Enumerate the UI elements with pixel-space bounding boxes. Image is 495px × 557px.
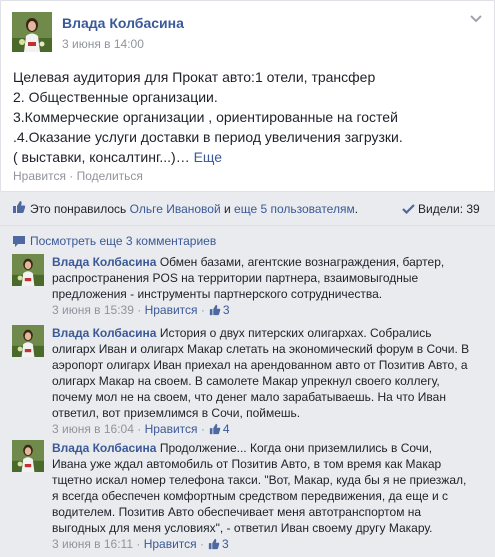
- post-text-line: 2. Общественные организации.: [13, 89, 218, 105]
- thumbs-up-icon: [209, 423, 221, 435]
- comment-text-line: олигарх Макар на своем. В самолете Макар…: [52, 374, 440, 388]
- seen-label: Видели: 39: [418, 202, 480, 216]
- comment-avatar[interactable]: [12, 440, 44, 472]
- liker-link[interactable]: Ольге Ивановой: [130, 202, 221, 216]
- like-link[interactable]: Нравится: [13, 169, 66, 183]
- avatar-photo-icon: [12, 12, 52, 52]
- avatar-photo-icon: [12, 254, 44, 286]
- comment-like-count[interactable]: 4: [223, 422, 230, 436]
- likes-bar: Это понравилось Ольге Ивановой и еще 5 п…: [0, 196, 495, 222]
- comment-author[interactable]: Влада Колбасина: [52, 326, 156, 340]
- comment-text-line: История о двух питерских олигархах. Собр…: [159, 326, 432, 340]
- comment-text-line: почему мол не на своем, что денег мало з…: [52, 390, 446, 404]
- thumbs-up-icon: [13, 201, 26, 213]
- comment-like-count[interactable]: 3: [223, 303, 230, 317]
- avatar-photo-icon: [12, 325, 44, 357]
- check-icon: [402, 204, 415, 214]
- comment-text-line: Ивана уже ждал автомобиль от Позитив Авт…: [52, 457, 442, 471]
- post-text-line: .4.Оказание услуги доставки в период уве…: [13, 129, 403, 145]
- likes-and: и: [220, 202, 235, 216]
- comment-meta: 3 июня в 16:04 · Нравится · 4: [52, 422, 230, 436]
- comment-timestamp[interactable]: 3 июня в 15:39: [52, 303, 134, 317]
- comment-text-line: олигарх Иван и олигарх Макар слетать на …: [52, 342, 470, 356]
- thumbs-up-icon: [208, 538, 220, 550]
- comment-avatar[interactable]: [12, 254, 44, 286]
- comment-like-link[interactable]: Нравится: [145, 422, 198, 436]
- view-more-label: Посмотреть еще 3 комментариев: [30, 234, 217, 248]
- other-likers-link[interactable]: еще 5 пользователям: [234, 202, 355, 216]
- comment-bubble-icon: [13, 236, 25, 247]
- comment-like-link[interactable]: Нравится: [144, 537, 197, 551]
- comment-timestamp[interactable]: 3 июня в 16:04: [52, 422, 134, 436]
- post-actions: Нравится · Поделиться: [13, 169, 143, 183]
- comment-text-line: предложения - инструменты партнерского с…: [52, 287, 383, 301]
- author-avatar[interactable]: [12, 12, 52, 52]
- post-text-line: Целевая аудитория для Прокат авто:1 отел…: [13, 69, 376, 85]
- comment-body: Влада Колбасина Обмен базами, агентские …: [52, 254, 492, 318]
- likes-summary: Это понравилось Ольге Ивановой и еще 5 п…: [30, 202, 358, 216]
- comment-text-line: распространения POS на территории партне…: [52, 271, 419, 285]
- comment-avatar[interactable]: [12, 325, 44, 357]
- see-more-link[interactable]: Еще: [194, 149, 223, 165]
- likes-suffix: .: [354, 202, 359, 216]
- separator-dot: ·: [65, 169, 77, 183]
- post-timestamp[interactable]: 3 июня в 14:00: [62, 37, 144, 51]
- post-text-line: ( выставки, консалтинг...)… Еще: [13, 149, 223, 165]
- divider: [0, 225, 495, 226]
- post-text-line: 3.Коммерческие организации , ориентирова…: [13, 109, 398, 125]
- comment-text-line: выгодных для меня условиях", - ответил И…: [52, 521, 433, 535]
- comment-text-line: я всегда обеспечен комфортным средством …: [52, 489, 449, 503]
- comment-item: Влада Колбасина Продолжение... Когда они…: [12, 440, 492, 552]
- comment-text-line: Продолжение... Когда они приземлились в …: [159, 441, 433, 455]
- comment-timestamp[interactable]: 3 июня в 16:11: [52, 537, 133, 551]
- comment-text-line: ответил, вот приземлимся в Сочи, поймешь…: [52, 406, 301, 420]
- chevron-down-icon[interactable]: [469, 13, 483, 23]
- post-author-name[interactable]: Влада Колбасина: [62, 15, 184, 31]
- comment-like-link[interactable]: Нравится: [145, 303, 198, 317]
- comment-text-line: Обмен базами, агентские вознаграждения, …: [159, 255, 445, 269]
- comment-text-line: аэропорт олигарх Иван приехал на арендов…: [52, 358, 468, 372]
- comment-body: Влада Колбасина Продолжение... Когда они…: [52, 440, 492, 552]
- comment-text-line: водителем. Позитив Авто обеспечивает мен…: [52, 505, 422, 519]
- comment-meta: 3 июня в 15:39 · Нравится · 3: [52, 303, 230, 317]
- comment-text-line: тщетно искал номер телефона такси. "Вот,…: [52, 473, 467, 487]
- comment-item: Влада Колбасина История о двух питерских…: [12, 325, 492, 437]
- comment-item: Влада Колбасина Обмен базами, агентские …: [12, 254, 492, 318]
- comment-author[interactable]: Влада Колбасина: [52, 441, 156, 455]
- share-link[interactable]: Поделиться: [77, 169, 143, 183]
- comment-like-count[interactable]: 3: [222, 537, 229, 551]
- comment-meta: 3 июня в 16:11 · Нравится · 3: [52, 537, 229, 551]
- thumbs-up-icon: [209, 304, 221, 316]
- likes-prefix: Это понравилось: [30, 202, 130, 216]
- post-card: Влада Колбасина 3 июня в 14:00 Целевая а…: [0, 0, 495, 192]
- avatar-photo-icon: [12, 440, 44, 472]
- comment-author[interactable]: Влада Колбасина: [52, 255, 156, 269]
- post-text: Целевая аудитория для Прокат авто:1 отел…: [13, 67, 483, 167]
- comment-body: Влада Колбасина История о двух питерских…: [52, 325, 492, 437]
